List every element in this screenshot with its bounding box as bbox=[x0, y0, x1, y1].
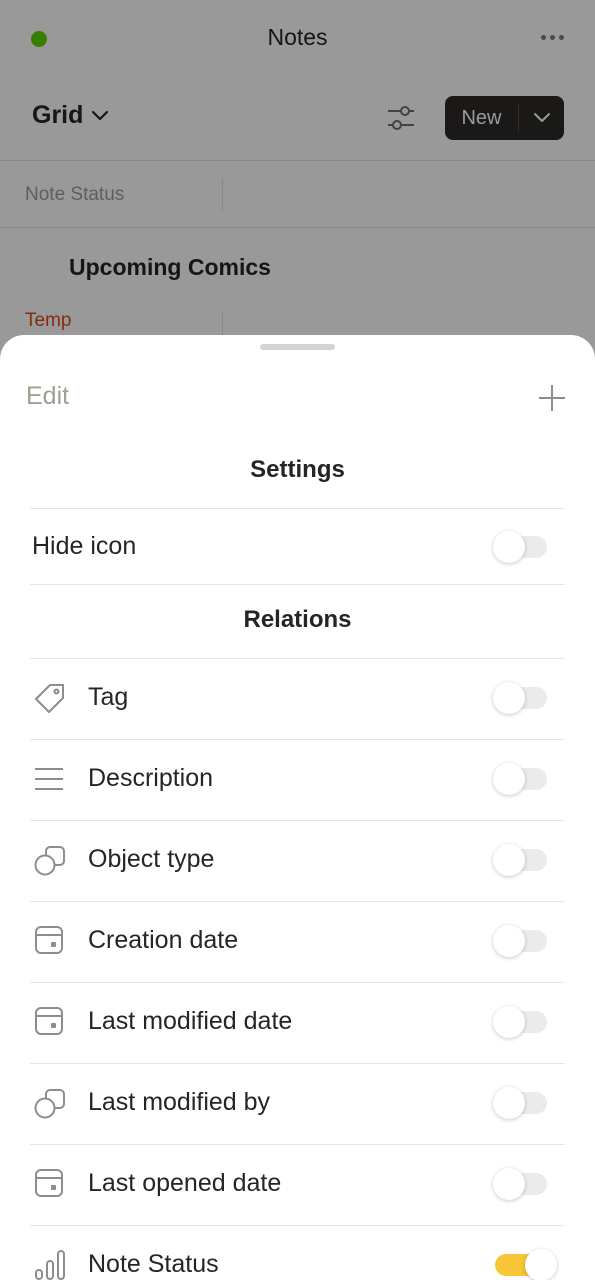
add-icon[interactable] bbox=[537, 383, 567, 413]
object-type-icon bbox=[34, 1089, 65, 1119]
relation-label-last-modified-by: Last modified by bbox=[88, 1088, 271, 1116]
relations-sheet: Edit Settings Hide icon Relations Tag De… bbox=[0, 335, 595, 1280]
last-modified-date-toggle[interactable] bbox=[493, 1006, 547, 1038]
calendar-icon bbox=[35, 1007, 63, 1035]
relation-label-object-type: Object type bbox=[88, 845, 215, 873]
last-modified-by-toggle[interactable] bbox=[493, 1087, 547, 1119]
calendar-icon bbox=[35, 926, 63, 954]
object-type-icon bbox=[34, 846, 65, 876]
toggle-knob bbox=[493, 844, 525, 876]
divider bbox=[30, 584, 565, 585]
toggle-knob bbox=[493, 531, 525, 563]
edit-button[interactable]: Edit bbox=[26, 382, 69, 411]
hide-icon-toggle[interactable] bbox=[493, 531, 547, 563]
tag-icon bbox=[35, 684, 64, 713]
relation-label-tag: Tag bbox=[88, 683, 129, 711]
tag-toggle[interactable] bbox=[493, 682, 547, 714]
hide-icon-label: Hide icon bbox=[32, 532, 137, 560]
settings-title: Settings bbox=[250, 456, 345, 483]
relation-label-creation-date: Creation date bbox=[88, 926, 239, 954]
status-icon bbox=[35, 1250, 65, 1280]
relations-title: Relations bbox=[243, 606, 352, 633]
drag-handle[interactable] bbox=[260, 344, 335, 350]
divider bbox=[30, 508, 565, 509]
toggle-knob bbox=[493, 1087, 525, 1119]
calendar-icon bbox=[35, 1169, 63, 1197]
last-opened-date-toggle[interactable] bbox=[493, 1168, 547, 1200]
creation-date-toggle[interactable] bbox=[493, 925, 547, 957]
relation-label-description: Description bbox=[88, 764, 214, 792]
toggle-knob bbox=[493, 763, 525, 795]
divider bbox=[30, 658, 565, 659]
divider bbox=[30, 820, 565, 821]
relation-label-last-modified-date: Last modified date bbox=[88, 1007, 293, 1035]
relation-label-last-opened-date: Last opened date bbox=[88, 1169, 282, 1197]
divider bbox=[30, 1063, 565, 1064]
toggle-knob bbox=[525, 1249, 557, 1280]
divider bbox=[30, 1225, 565, 1226]
divider bbox=[30, 982, 565, 983]
note-status-toggle[interactable] bbox=[495, 1249, 557, 1280]
toggle-knob bbox=[493, 1168, 525, 1200]
toggle-knob bbox=[493, 925, 525, 957]
toggle-knob bbox=[493, 682, 525, 714]
description-toggle[interactable] bbox=[493, 763, 547, 795]
divider bbox=[30, 739, 565, 740]
divider bbox=[30, 1144, 565, 1145]
toggle-knob bbox=[493, 1006, 525, 1038]
description-icon bbox=[35, 768, 63, 790]
object-type-toggle[interactable] bbox=[493, 844, 547, 876]
divider bbox=[30, 901, 565, 902]
relation-label-note-status: Note Status bbox=[88, 1250, 219, 1278]
